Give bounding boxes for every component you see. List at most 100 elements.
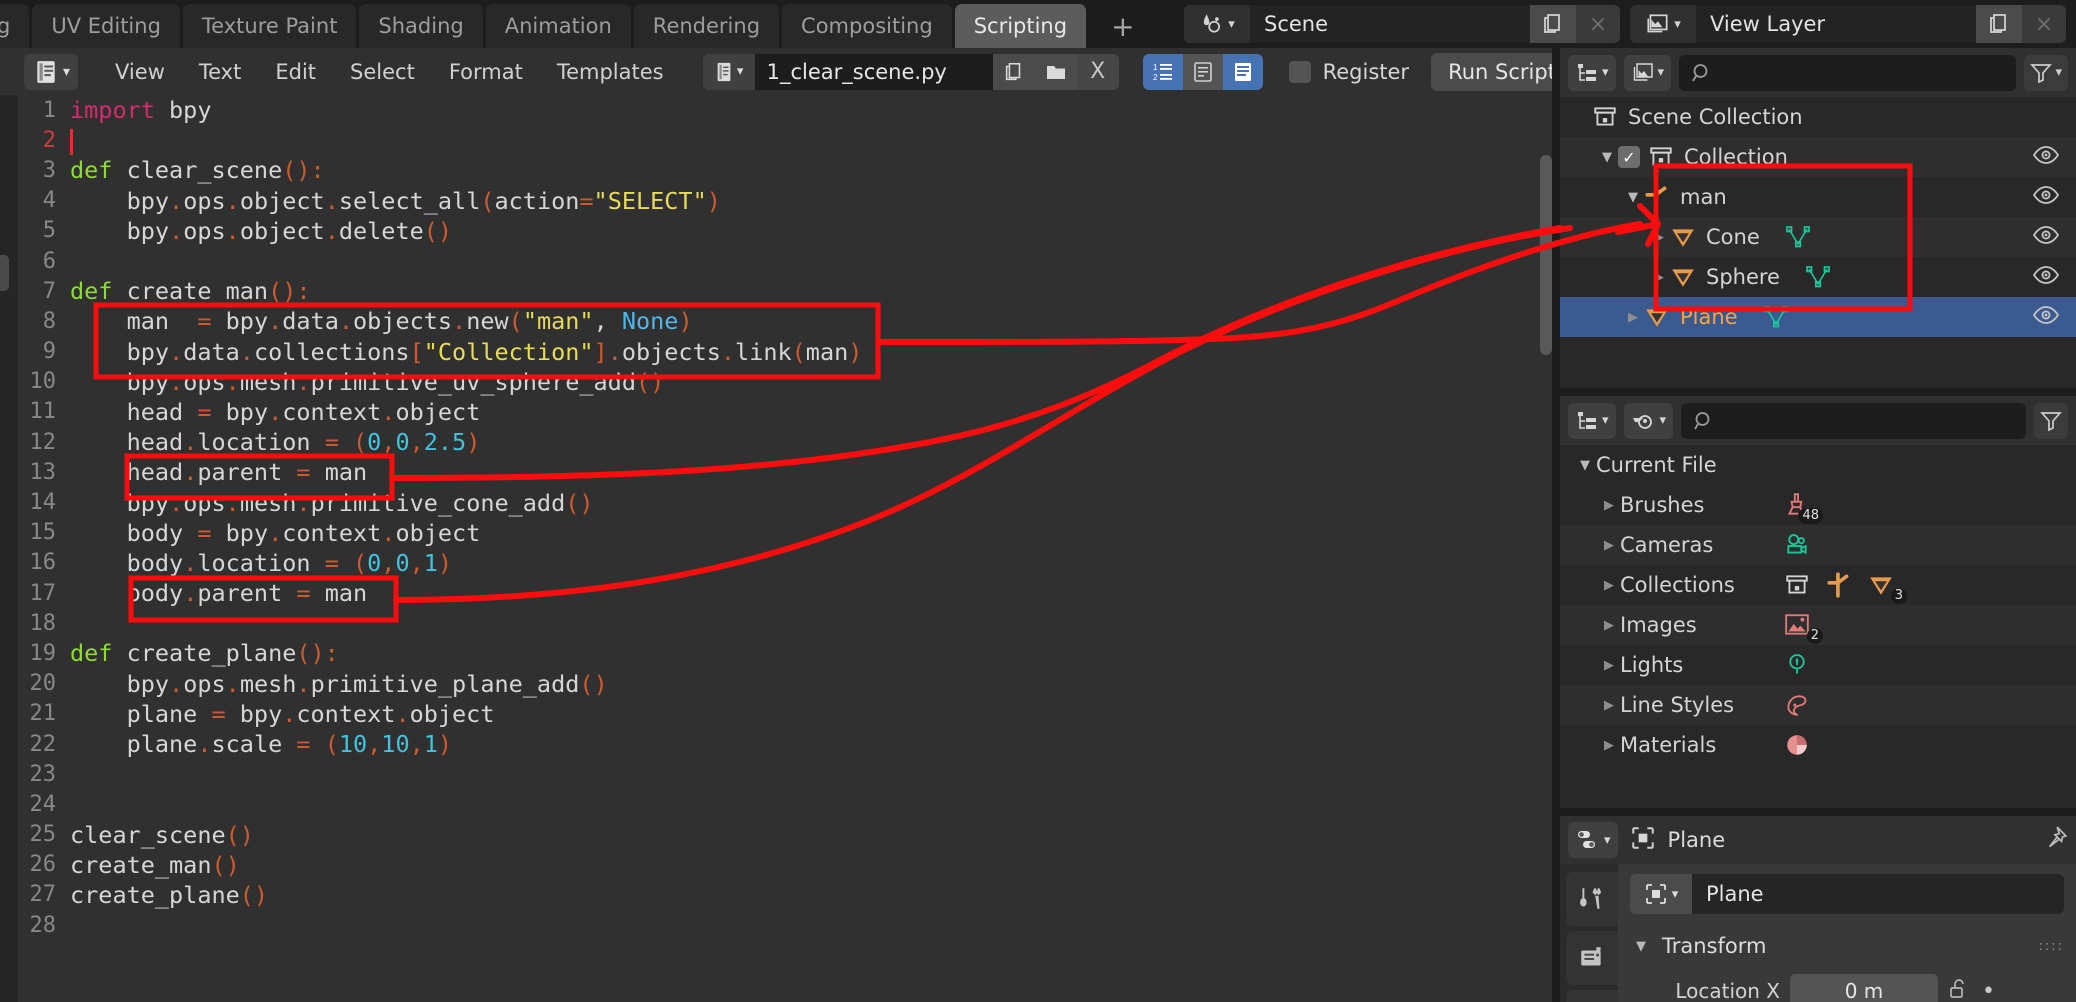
chevron-right-icon[interactable]: ▶ [1648, 270, 1670, 285]
code-line[interactable]: 23 [18, 759, 1552, 789]
outliner-editor-type-button[interactable]: ▾ [1568, 54, 1616, 91]
pin-icon[interactable] [2042, 825, 2068, 855]
line-text[interactable]: clear_scene() [70, 821, 254, 849]
blender-icon-button[interactable]: ▾ [1623, 402, 1674, 439]
eye-icon[interactable] [2032, 144, 2060, 171]
code-line[interactable]: 4 bpy.ops.object.select_all(action="SELE… [18, 186, 1552, 216]
collection-checkbox[interactable]: ✓ [1618, 146, 1640, 168]
mesh-triangle-icon[interactable] [1785, 225, 1810, 249]
menu-edit[interactable]: Edit [258, 60, 333, 84]
blendfile-filter-button[interactable] [2034, 402, 2068, 439]
line-text[interactable]: def create_plane(): [70, 639, 339, 667]
code-line[interactable]: 28 [18, 910, 1552, 940]
menu-select[interactable]: Select [333, 60, 432, 84]
line-numbers-toggle[interactable]: 12 [1142, 53, 1183, 90]
menu-format[interactable]: Format [432, 60, 540, 84]
code-line[interactable]: 13 head.parent = man [18, 457, 1552, 487]
new-text-button[interactable] [992, 53, 1035, 90]
chevron-right-icon[interactable]: ▶ [1598, 578, 1620, 593]
object-data-browse-button[interactable]: ▾ [1630, 874, 1692, 914]
scene-selector[interactable]: ▾ Scene × [1184, 5, 1620, 43]
code-line[interactable]: 16 body.location = (0,0,1) [18, 548, 1552, 578]
new-view-layer-button[interactable] [1976, 5, 2022, 43]
line-text[interactable]: plane = bpy.context.object [70, 700, 495, 728]
chevron-right-icon[interactable]: ▶ [1598, 658, 1620, 673]
blend-file-row-collections[interactable]: ▶ Collections 3 [1560, 565, 2076, 605]
chevron-right-icon[interactable]: ▶ [1622, 310, 1644, 325]
chevron-right-icon[interactable]: ▶ [1598, 698, 1620, 713]
line-text[interactable]: body.location = (0,0,1) [70, 549, 453, 577]
blend-file-row-brushes[interactable]: ▶ Brushes 48 [1560, 485, 2076, 525]
line-text[interactable] [70, 126, 73, 155]
code-line[interactable]: 27 create_plane() [18, 880, 1552, 910]
line-text[interactable]: head.location = (0,0,2.5) [70, 428, 481, 456]
blend-file-row-images[interactable]: ▶ Images 2 [1560, 605, 2076, 645]
word-wrap-toggle[interactable] [1182, 53, 1223, 90]
code-line[interactable]: 12 head.location = (0,0,2.5) [18, 427, 1552, 457]
outliner-search-input[interactable] [1679, 54, 2017, 91]
code-line[interactable]: 15 body = bpy.context.object [18, 518, 1552, 548]
chevron-down-icon[interactable]: ▼ [1596, 150, 1618, 165]
region-toggle-nub[interactable] [0, 255, 9, 291]
blend-file-row-line-styles[interactable]: ▶ Line Styles [1560, 685, 2076, 725]
unlink-text-button[interactable]: X [1076, 53, 1119, 90]
code-line[interactable]: 7 def create_man(): [18, 276, 1552, 306]
eye-icon[interactable] [2032, 184, 2060, 211]
scene-icon[interactable]: ▾ [1184, 5, 1250, 43]
blendfile-editor-type-button[interactable]: ▾ [1568, 402, 1616, 439]
outliner-row-collection[interactable]: ▼ ✓ Collection [1560, 137, 2076, 177]
blend-file-row-cameras[interactable]: ▶ Cameras [1560, 525, 2076, 565]
line-text[interactable]: create_plane() [70, 881, 268, 909]
line-text[interactable]: bpy.ops.mesh.primitive_cone_add() [70, 489, 594, 517]
line-text[interactable]: man = bpy.data.objects.new("man", None) [70, 307, 693, 335]
scene-name[interactable]: Scene [1250, 5, 1530, 43]
open-text-button[interactable] [1034, 53, 1077, 90]
line-text[interactable]: head = bpy.context.object [70, 398, 481, 426]
workspace-tab-shading[interactable]: Shading [359, 4, 483, 48]
chevron-right-icon[interactable]: ▶ [1648, 230, 1670, 245]
blend-file-row-materials[interactable]: ▶ Materials [1560, 725, 2076, 765]
menu-view[interactable]: View [98, 60, 182, 84]
outliner-row-cone[interactable]: ▶ Cone [1560, 217, 2076, 257]
chevron-right-icon[interactable]: ▶ [1598, 618, 1620, 633]
code-line[interactable]: 9 bpy.data.collections["Collection"].obj… [18, 337, 1552, 367]
animate-property-icon[interactable]: • [1982, 979, 1995, 1002]
workspace-tab-g[interactable]: g [0, 4, 30, 48]
tool-tab[interactable] [1566, 872, 1618, 926]
outliner-row-man[interactable]: ▼ man [1560, 177, 2076, 217]
code-line[interactable]: 24 [18, 789, 1552, 819]
workspace-tab-uv-editing[interactable]: UV Editing [32, 4, 180, 48]
line-text[interactable]: body.parent = man [70, 579, 368, 607]
code-line[interactable]: 21 plane = bpy.context.object [18, 699, 1552, 729]
output-tab[interactable] [1566, 990, 1618, 1002]
code-line[interactable]: 22 plane.scale = (10,10,1) [18, 729, 1552, 759]
code-line[interactable]: 3 def clear_scene(): [18, 155, 1552, 185]
code-area[interactable]: 1 import bpy 2 3 def clear_scene(): 4 bpy.ops… [0, 95, 1552, 1002]
code-line[interactable]: 6 [18, 246, 1552, 276]
line-text[interactable]: body = bpy.context.object [70, 519, 481, 547]
line-text[interactable]: import bpy [70, 96, 211, 124]
code-line[interactable]: 11 head = bpy.context.object [18, 397, 1552, 427]
code-lines[interactable]: 1 import bpy 2 3 def clear_scene(): 4 bpy.ops… [18, 95, 1552, 1002]
register-checkbox[interactable] [1288, 60, 1311, 83]
code-line[interactable]: 8 man = bpy.data.objects.new("man", None… [18, 306, 1552, 336]
workspace-tab-animation[interactable]: Animation [485, 4, 631, 48]
syntax-highlight-toggle[interactable] [1222, 53, 1263, 90]
code-line[interactable]: 17 body.parent = man [18, 578, 1552, 608]
delete-view-layer-button[interactable]: × [2022, 5, 2066, 43]
outliner-filter-id-button[interactable]: ▾ [1623, 54, 1672, 91]
menu-text[interactable]: Text [182, 60, 258, 84]
line-text[interactable]: plane.scale = (10,10,1) [70, 730, 452, 758]
delete-scene-button[interactable]: × [1576, 5, 1620, 43]
line-text[interactable]: def create_man(): [70, 277, 311, 305]
code-line[interactable]: 18 [18, 608, 1552, 638]
blend-file-row-lights[interactable]: ▶ Lights [1560, 645, 2076, 685]
line-text[interactable]: create_man() [70, 851, 240, 879]
code-line[interactable]: 14 bpy.ops.mesh.primitive_cone_add() [18, 487, 1552, 517]
blendfile-search-input[interactable] [1681, 402, 2026, 439]
blend-file-categories[interactable]: ▶ Brushes 48 ▶ Cameras ▶ Collections 3 ▶ Images 2 ▶… [1560, 485, 2076, 765]
line-text[interactable]: bpy.ops.mesh.primitive_uv_sphere_add() [70, 368, 665, 396]
menu-templates[interactable]: Templates [540, 60, 681, 84]
code-line[interactable]: 26 create_man() [18, 850, 1552, 880]
code-line[interactable]: 10 bpy.ops.mesh.primitive_uv_sphere_add(… [18, 367, 1552, 397]
